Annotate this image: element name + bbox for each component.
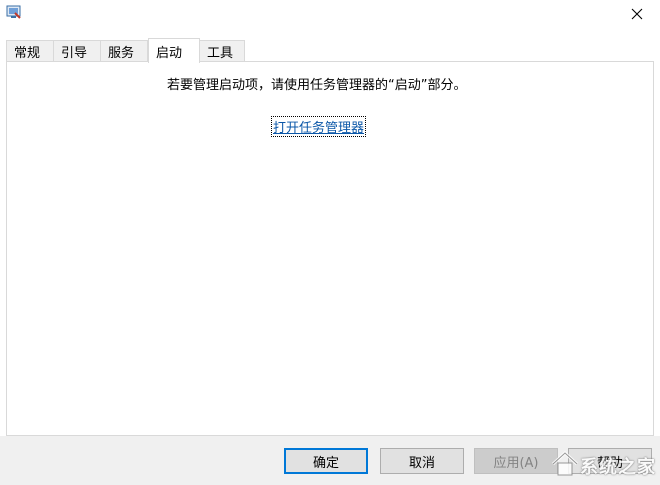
ok-button[interactable]: 确定 <box>284 448 368 474</box>
apply-button[interactable]: 应用(A) <box>474 448 558 474</box>
tab-label: 启动 <box>156 45 183 61</box>
tab-strip: 常规 引导 服务 启动 工具 <box>6 38 656 63</box>
startup-info-text: 若要管理启动项，请使用任务管理器的“启动”部分。 <box>167 78 467 93</box>
tab-tools[interactable]: 工具 <box>199 40 245 62</box>
close-button[interactable] <box>614 0 660 30</box>
tab-boot[interactable]: 引导 <box>53 40 101 62</box>
startup-tab-panel: 若要管理启动项，请使用任务管理器的“启动”部分。 打开任务管理器 <box>6 61 654 436</box>
open-task-manager-link[interactable]: 打开任务管理器 <box>270 116 367 137</box>
tab-label: 工具 <box>207 46 234 61</box>
dialog-footer: 确定 取消 应用(A) 帮助 <box>0 436 660 485</box>
system-config-app-icon <box>6 4 22 20</box>
tab-general[interactable]: 常规 <box>6 40 54 62</box>
cancel-button[interactable]: 取消 <box>380 448 464 474</box>
close-icon <box>631 8 643 23</box>
tab-startup[interactable]: 启动 <box>148 38 200 63</box>
tab-label: 服务 <box>108 46 135 61</box>
help-button[interactable]: 帮助 <box>568 448 652 474</box>
tab-services[interactable]: 服务 <box>100 40 148 62</box>
msconfig-window: 常规 引导 服务 启动 工具 若要管理启动项，请使用任务管理器的“启动”部分。 … <box>0 0 660 485</box>
tab-label: 常规 <box>14 46 41 61</box>
title-bar <box>0 0 660 32</box>
tab-label: 引导 <box>61 46 88 61</box>
